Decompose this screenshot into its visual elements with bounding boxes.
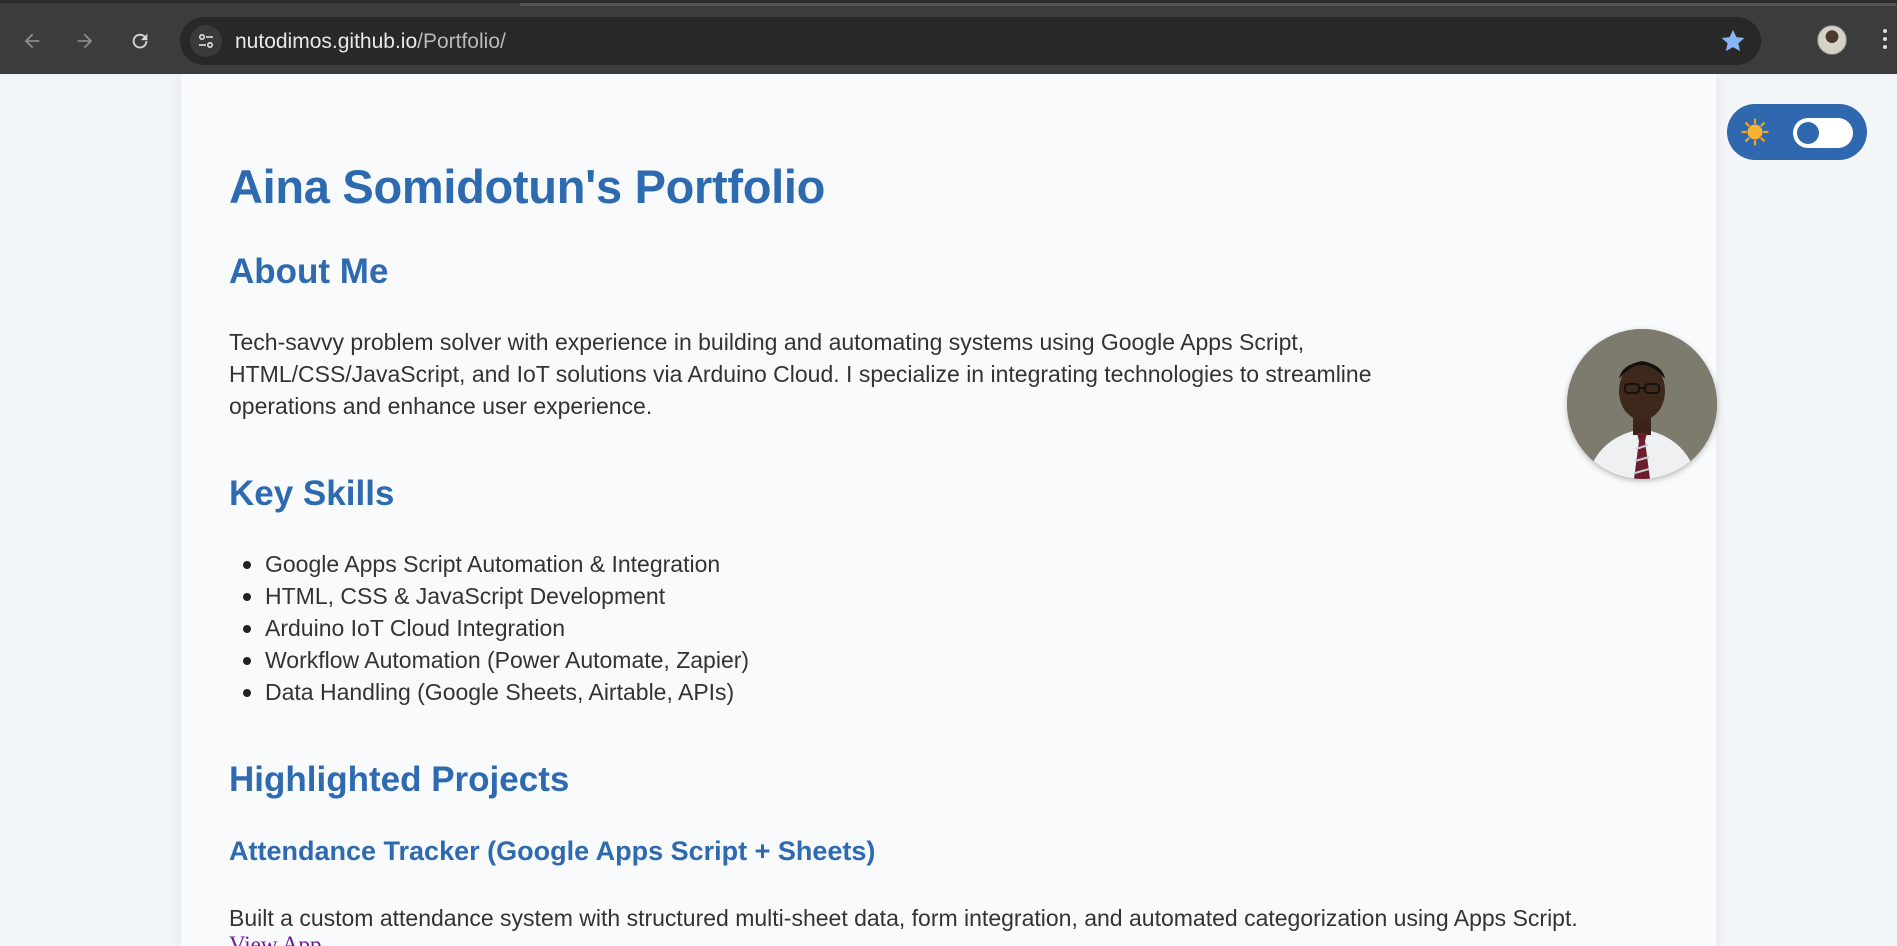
url-host: nutodimos.github.io bbox=[235, 30, 418, 53]
skills-heading: Key Skills bbox=[229, 474, 395, 513]
address-bar[interactable]: nutodimos.github.io/Portfolio/ bbox=[180, 17, 1761, 65]
about-text: Tech-savvy problem solver with experienc… bbox=[229, 329, 1372, 419]
sun-icon bbox=[1741, 118, 1769, 146]
profile-avatar-icon[interactable] bbox=[1817, 25, 1847, 55]
back-arrow-icon bbox=[24, 33, 40, 49]
skill-item: Workflow Automation (Power Automate, Zap… bbox=[242, 644, 749, 676]
about-heading: About Me bbox=[229, 252, 389, 291]
tab-strip bbox=[520, 3, 1896, 6]
forward-arrow-icon bbox=[77, 33, 93, 49]
bookmark-star-icon[interactable] bbox=[1719, 27, 1747, 55]
project-description: Built a custom attendance system with st… bbox=[229, 905, 1578, 931]
theme-switch-knob bbox=[1797, 122, 1819, 144]
profile-photo bbox=[1567, 329, 1717, 479]
portfolio-container: Aina Somidotun's Portfolio About Me Tech… bbox=[181, 74, 1717, 946]
theme-switch[interactable] bbox=[1793, 118, 1853, 148]
url-text[interactable]: nutodimos.github.io/Portfolio/ bbox=[235, 30, 506, 54]
back-button[interactable] bbox=[14, 23, 50, 59]
skill-item: HTML, CSS & JavaScript Development bbox=[242, 580, 749, 612]
page-title: Aina Somidotun's Portfolio bbox=[229, 160, 826, 213]
reload-icon bbox=[132, 33, 148, 49]
view-app-link[interactable]: View App bbox=[229, 932, 322, 946]
skill-item: Data Handling (Google Sheets, Airtable, … bbox=[242, 676, 749, 708]
theme-toggle[interactable] bbox=[1727, 104, 1867, 160]
skills-list: Google Apps Script Automation & Integrat… bbox=[242, 548, 749, 708]
skill-item: Arduino IoT Cloud Integration bbox=[242, 612, 749, 644]
skill-item: Google Apps Script Automation & Integrat… bbox=[242, 548, 749, 580]
page-viewport: Aina Somidotun's Portfolio About Me Tech… bbox=[0, 74, 1897, 946]
reload-button[interactable] bbox=[122, 23, 158, 59]
site-settings-button[interactable] bbox=[190, 25, 222, 57]
url-path: /Portfolio/ bbox=[417, 30, 506, 53]
projects-heading: Highlighted Projects bbox=[229, 760, 570, 799]
project-title: Attendance Tracker (Google Apps Script +… bbox=[229, 836, 876, 866]
forward-button[interactable] bbox=[67, 23, 103, 59]
browser-toolbar: nutodimos.github.io/Portfolio/ bbox=[0, 0, 1897, 74]
more-menu-icon[interactable] bbox=[1882, 29, 1888, 53]
site-settings-icon bbox=[198, 33, 214, 49]
